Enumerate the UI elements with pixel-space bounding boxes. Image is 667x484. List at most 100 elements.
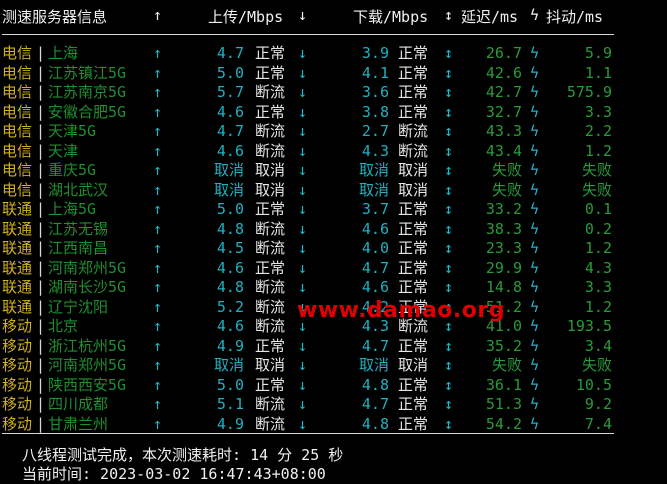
upload-value: 4.5 xyxy=(216,239,244,257)
bolt-icon: ϟ xyxy=(530,278,540,296)
node-name: 陕西西安5G xyxy=(48,375,127,394)
down-arrow-icon: ↓ xyxy=(298,102,308,121)
upload-value: 5.0 xyxy=(216,200,244,218)
jitter-value: 1.1 xyxy=(584,63,612,82)
download-value: 3.7 xyxy=(361,200,389,218)
bolt-icon: ϟ xyxy=(530,375,540,394)
download-status: 正常 xyxy=(398,375,429,394)
down-arrow-icon: ↓ xyxy=(298,83,308,101)
separator-bar: | xyxy=(36,141,46,160)
separator-bar: | xyxy=(36,83,46,101)
updown-arrow-icon: ↕ xyxy=(444,258,454,277)
jitter-value: 575.9 xyxy=(566,83,612,101)
jitter-value: 10.5 xyxy=(575,375,612,394)
down-arrow-icon: ↓ xyxy=(298,395,308,413)
separator-bar: | xyxy=(36,336,46,355)
upload-value: 5.1 xyxy=(216,395,244,413)
node-name: 浙江杭州5G xyxy=(48,336,127,355)
up-arrow-icon: ↑ xyxy=(153,102,163,121)
upload-status: 正常 xyxy=(255,44,286,62)
isp-label: 电信 xyxy=(2,141,33,160)
node-name: 湖北武汉 xyxy=(48,180,109,199)
download-value: 3.8 xyxy=(361,102,389,121)
down-arrow-icon: ↓ xyxy=(298,414,308,433)
upload-value: 取消 xyxy=(213,356,244,374)
bottom-divider xyxy=(2,433,614,434)
separator-bar: | xyxy=(36,200,46,218)
download-value: 4.0 xyxy=(361,239,389,257)
updown-arrow-icon: ↕ xyxy=(444,63,454,82)
latency-value: 42.7 xyxy=(485,83,522,101)
jitter-value: 1.2 xyxy=(584,239,612,257)
up-arrow-icon: ↑ xyxy=(153,317,163,335)
isp-label: 电信 xyxy=(2,44,33,62)
latency-value: 失败 xyxy=(491,356,522,374)
upload-status: 取消 xyxy=(255,161,286,179)
upload-status: 正常 xyxy=(255,336,286,355)
download-value: 3.6 xyxy=(361,83,389,101)
upload-value: 5.7 xyxy=(216,83,244,101)
isp-label: 移动 xyxy=(2,317,33,335)
download-value: 4.6 xyxy=(361,278,389,296)
download-status: 取消 xyxy=(398,161,429,179)
download-value: 3.9 xyxy=(361,44,389,62)
jitter-value: 3.3 xyxy=(584,102,612,121)
upload-value: 4.9 xyxy=(216,414,244,433)
upload-status: 断流 xyxy=(255,239,286,257)
table-row: 移动 | 浙江杭州5G ↑ 4.9 正常 ↓ 4.7 正常 ↕ 35.2 ϟ 3.4 xyxy=(0,337,667,357)
separator-bar: | xyxy=(36,278,46,296)
bolt-icon: ϟ xyxy=(530,44,540,62)
bolt-icon: ϟ xyxy=(530,414,540,433)
upload-value: 4.7 xyxy=(216,122,244,140)
download-status: 正常 xyxy=(398,102,429,121)
updown-arrow-icon: ↕ xyxy=(444,122,454,140)
up-arrow-icon: ↑ xyxy=(153,395,163,413)
upload-status: 断流 xyxy=(255,317,286,335)
table-row: 电信 | 湖北武汉 ↑ 取消 取消 ↓ 取消 取消 ↕ 失败 ϟ 失败 xyxy=(0,181,667,201)
download-value: 取消 xyxy=(358,356,389,374)
bolt-icon: ϟ xyxy=(530,317,540,335)
download-status: 正常 xyxy=(398,239,429,257)
header-down-arrow: ↓ xyxy=(298,6,308,24)
down-arrow-icon: ↓ xyxy=(298,122,308,140)
node-name: 安徽合肥5G xyxy=(48,102,127,121)
bolt-icon: ϟ xyxy=(530,161,540,179)
download-value: 4.6 xyxy=(361,219,389,238)
isp-label: 移动 xyxy=(2,395,33,413)
separator-bar: | xyxy=(36,63,46,82)
bolt-icon: ϟ xyxy=(530,395,540,413)
isp-label: 电信 xyxy=(2,122,33,140)
result-table: 电信 | 上海 ↑ 4.7 正常 ↓ 3.9 正常 ↕ 26.7 ϟ 5.9 电信 | 江苏镇江5G ↑ 5.0 正… xyxy=(0,44,667,434)
separator-bar: | xyxy=(36,375,46,394)
node-name: 河南郑州5G xyxy=(48,258,127,277)
jitter-value: 7.4 xyxy=(584,414,612,433)
table-row: 移动 | 四川成都 ↑ 5.1 断流 ↓ 4.7 正常 ↕ 51.3 ϟ 9.2 xyxy=(0,395,667,415)
up-arrow-icon: ↑ xyxy=(153,44,163,62)
latency-value: 54.2 xyxy=(485,414,522,433)
separator-bar: | xyxy=(36,297,46,316)
table-row: 电信 | 天津 ↑ 4.6 断流 ↓ 4.3 断流 ↕ 43.4 ϟ 1.2 xyxy=(0,142,667,162)
node-name: 江苏无锡 xyxy=(48,219,109,238)
isp-label: 电信 xyxy=(2,63,33,82)
upload-status: 断流 xyxy=(255,219,286,238)
download-status: 正常 xyxy=(398,200,429,218)
up-arrow-icon: ↑ xyxy=(153,122,163,140)
down-arrow-icon: ↓ xyxy=(298,356,308,374)
table-row: 联通 | 江西南昌 ↑ 4.5 断流 ↓ 4.0 正常 ↕ 23.3 ϟ 1.2 xyxy=(0,239,667,259)
table-row: 电信 | 江苏南京5G ↑ 5.7 断流 ↓ 3.6 正常 ↕ 42.7 ϟ 575.9 xyxy=(0,83,667,103)
separator-bar: | xyxy=(36,317,46,335)
upload-value: 5.0 xyxy=(216,63,244,82)
download-value: 4.7 xyxy=(361,395,389,413)
separator-bar: | xyxy=(36,356,46,374)
isp-label: 移动 xyxy=(2,414,33,433)
node-name: 四川成都 xyxy=(48,395,109,413)
jitter-value: 3.4 xyxy=(584,336,612,355)
down-arrow-icon: ↓ xyxy=(298,239,308,257)
upload-value: 4.6 xyxy=(216,317,244,335)
down-arrow-icon: ↓ xyxy=(298,375,308,394)
isp-label: 移动 xyxy=(2,375,33,394)
down-arrow-icon: ↓ xyxy=(298,336,308,355)
latency-value: 29.9 xyxy=(485,258,522,277)
table-row: 联通 | 上海5G ↑ 5.0 正常 ↓ 3.7 正常 ↕ 33.2 ϟ 0.1 xyxy=(0,200,667,220)
node-name: 江西南昌 xyxy=(48,239,109,257)
